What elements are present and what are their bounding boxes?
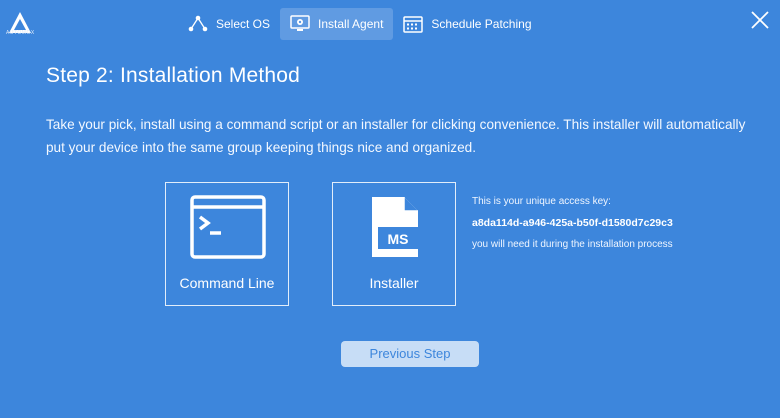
msi-file-icon: MS (372, 197, 418, 257)
installer-option[interactable]: MS Installer (332, 182, 456, 306)
command-line-label: Command Line (179, 275, 275, 291)
terminal-icon (190, 195, 266, 259)
step-select-os[interactable]: Select OS (178, 8, 280, 40)
installer-badge: MS (388, 231, 409, 247)
close-icon[interactable] (750, 10, 770, 30)
access-key-panel: This is your unique access key: a8da114d… (472, 196, 673, 250)
page-description: Take your pick, install using a command … (46, 117, 746, 155)
network-nodes-icon (188, 15, 208, 32)
calendar-icon (403, 16, 424, 33)
command-line-option[interactable]: Command Line (165, 182, 289, 306)
wizard-steps: Select OS Install Agent Schedule Patchin… (178, 8, 542, 40)
access-key-note: you will need it during the installation… (472, 239, 673, 250)
page-title: Step 2: Installation Method (46, 64, 301, 87)
logo-text: AUTOMOX (6, 30, 35, 36)
step-label: Schedule Patching (431, 17, 532, 31)
access-key-value: a8da114d-a946-425a-b50f-d1580d7c29c3 (472, 217, 673, 229)
step-install-agent[interactable]: Install Agent (280, 8, 394, 40)
step-schedule-patching[interactable]: Schedule Patching (393, 8, 541, 40)
step-label: Select OS (216, 17, 271, 31)
installer-label: Installer (369, 275, 419, 291)
step-label: Install Agent (318, 17, 384, 31)
previous-step-button[interactable]: Previous Step (341, 341, 479, 367)
access-key-intro: This is your unique access key: (472, 196, 611, 207)
monitor-gear-icon (290, 15, 310, 31)
